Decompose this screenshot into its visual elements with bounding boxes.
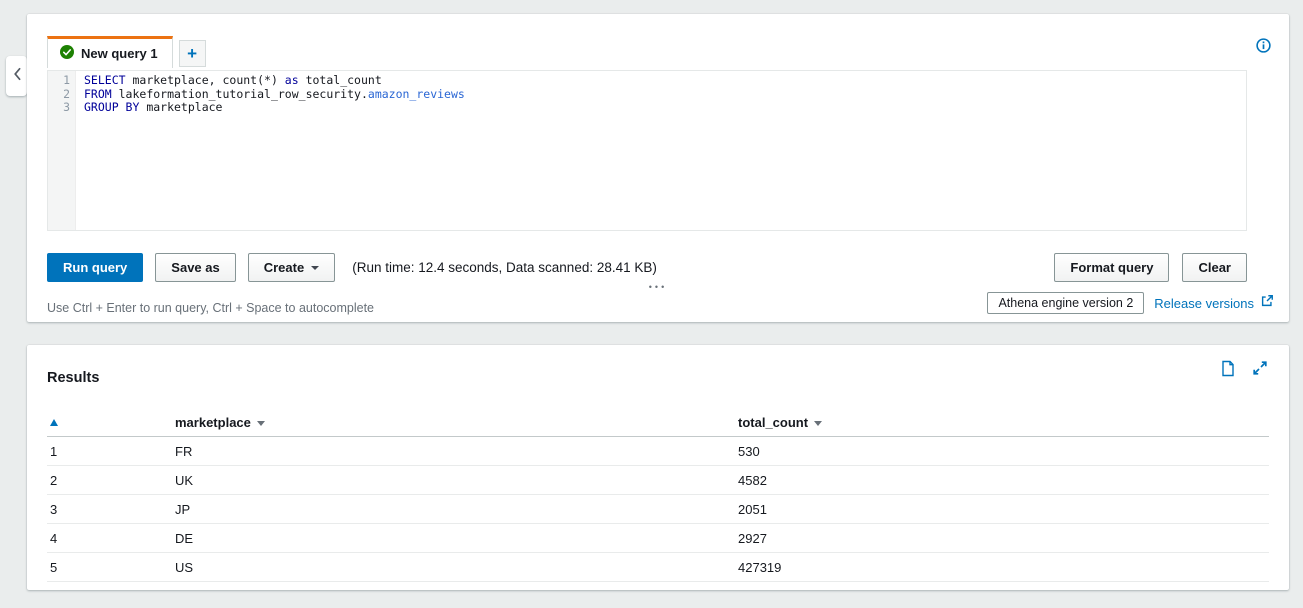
query-success-check-icon: [60, 45, 74, 62]
tab-label: New query 1: [81, 46, 158, 61]
row-index-cell: 4: [47, 531, 175, 546]
query-tab-bar: New query 1 +: [47, 36, 206, 68]
editor-actions-right: Format query Clear: [1054, 253, 1247, 282]
marketplace-cell: UK: [175, 473, 738, 488]
release-versions-link[interactable]: Release versions: [1154, 294, 1274, 313]
marketplace-cell: JP: [175, 502, 738, 517]
external-link-icon: [1260, 294, 1274, 313]
code-lines: SELECT marketplace, count(*) as total_co…: [76, 71, 465, 230]
row-number-sort-header[interactable]: [50, 419, 58, 426]
total-count-cell: 2051: [738, 502, 1269, 517]
create-button[interactable]: Create: [248, 253, 335, 282]
row-index-cell: 3: [47, 502, 175, 517]
code-line: GROUP BY marketplace: [84, 101, 465, 115]
table-row: 2UK4582: [47, 466, 1269, 495]
release-versions-link-text[interactable]: Release versions: [1154, 296, 1254, 311]
query-editor-panel: New query 1 + 123 SELECT marketplace, co…: [27, 14, 1289, 322]
total-count-cell: 2927: [738, 531, 1269, 546]
results-title: Results: [47, 370, 99, 386]
marketplace-cell: DE: [175, 531, 738, 546]
collapse-sidebar-button[interactable]: [6, 56, 27, 96]
column-header-label: marketplace: [175, 415, 251, 430]
resize-handle-icon[interactable]: •••: [649, 282, 667, 292]
engine-version-row: Athena engine version 2 Release versions: [987, 292, 1274, 314]
editor-actions: Run query Save as Create (Run time: 12.4…: [47, 253, 657, 282]
keyboard-hint-text: Use Ctrl + Enter to run query, Ctrl + Sp…: [47, 301, 374, 315]
row-index-cell: 2: [47, 473, 175, 488]
column-header-total-count[interactable]: total_count: [738, 415, 822, 430]
download-results-icon[interactable]: [1220, 360, 1236, 377]
results-panel: Results marketplace total_co: [27, 345, 1289, 590]
results-table: marketplace total_count 1FR5302UK45823JP…: [47, 408, 1269, 582]
row-index-cell: 1: [47, 444, 175, 459]
chevron-down-icon: [311, 266, 319, 270]
run-query-button[interactable]: Run query: [47, 253, 143, 282]
results-toolbar: [1220, 360, 1268, 377]
sort-ascending-icon: [50, 419, 58, 426]
row-index-cell: 5: [47, 560, 175, 575]
create-button-label: Create: [264, 260, 304, 275]
run-stats-text: (Run time: 12.4 seconds, Data scanned: 2…: [352, 260, 657, 275]
line-number: 3: [48, 101, 70, 115]
table-row: 3JP2051: [47, 495, 1269, 524]
plus-icon: +: [187, 44, 197, 64]
marketplace-cell: FR: [175, 444, 738, 459]
total-count-cell: 530: [738, 444, 1269, 459]
results-table-header: marketplace total_count: [47, 408, 1269, 437]
code-line: SELECT marketplace, count(*) as total_co…: [84, 74, 465, 88]
line-number: 2: [48, 88, 70, 102]
expand-results-icon[interactable]: [1252, 360, 1268, 377]
format-query-button[interactable]: Format query: [1054, 253, 1169, 282]
save-as-button[interactable]: Save as: [155, 253, 235, 282]
column-menu-icon: [257, 421, 265, 426]
chevron-left-icon: [12, 67, 22, 86]
line-number-gutter: 123: [48, 71, 76, 230]
table-row: 4DE2927: [47, 524, 1269, 553]
total-count-cell: 427319: [738, 560, 1269, 575]
total-count-cell: 4582: [738, 473, 1269, 488]
column-header-marketplace[interactable]: marketplace: [175, 415, 265, 430]
info-icon[interactable]: [1256, 38, 1271, 53]
column-header-label: total_count: [738, 415, 808, 430]
new-query-tab-button[interactable]: +: [179, 40, 206, 67]
sql-editor[interactable]: 123 SELECT marketplace, count(*) as tota…: [47, 70, 1247, 231]
line-number: 1: [48, 74, 70, 88]
engine-version-badge: Athena engine version 2: [987, 292, 1144, 314]
clear-button[interactable]: Clear: [1182, 253, 1247, 282]
marketplace-cell: US: [175, 560, 738, 575]
results-table-body: 1FR5302UK45823JP20514DE29275US427319: [47, 437, 1269, 582]
table-row: 1FR530: [47, 437, 1269, 466]
code-line: FROM lakeformation_tutorial_row_security…: [84, 88, 465, 102]
table-row: 5US427319: [47, 553, 1269, 582]
column-menu-icon: [814, 421, 822, 426]
tab-new-query-1[interactable]: New query 1: [47, 36, 173, 68]
